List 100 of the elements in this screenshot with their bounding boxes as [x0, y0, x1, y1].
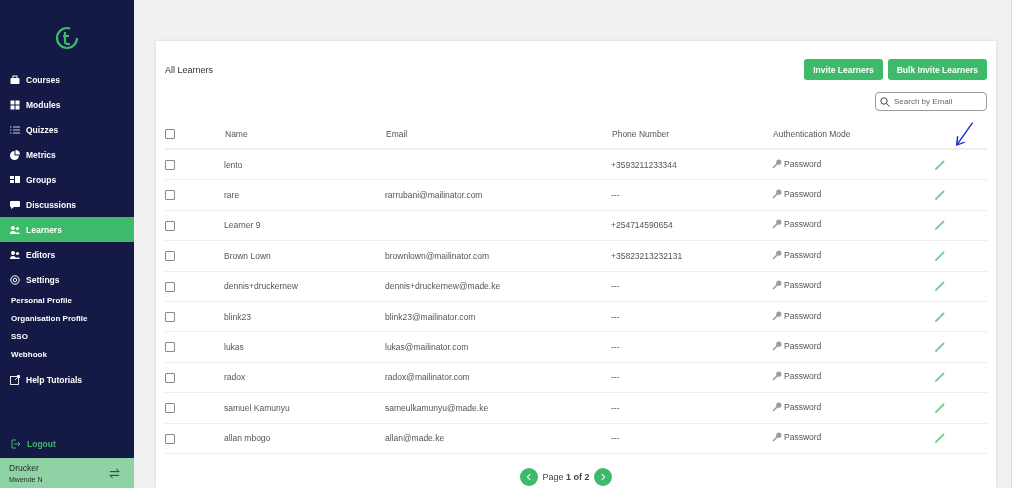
nav-subitem[interactable]: SSO — [0, 328, 134, 346]
blocks-icon — [10, 174, 20, 185]
edit-pencil-icon[interactable] — [935, 433, 945, 444]
key-icon — [772, 310, 782, 321]
auth-mode-cell: Password — [784, 249, 822, 260]
nav-item[interactable]: Metrics — [0, 142, 134, 167]
name-cell: lento — [224, 159, 243, 170]
column-header: Authentication Mode — [773, 129, 851, 139]
email-cell: dennis+druckernew@made.ke — [385, 281, 501, 292]
row-checkbox[interactable] — [165, 372, 175, 383]
row-checkbox[interactable] — [165, 403, 175, 414]
phone-cell: --- — [611, 311, 620, 322]
edit-pencil-icon[interactable] — [935, 281, 945, 292]
card-title: All Learners — [165, 64, 214, 75]
nav-item[interactable]: Discussions — [0, 192, 134, 217]
column-header: Email — [386, 129, 408, 139]
phone-cell: +254714590654 — [611, 220, 673, 231]
row-checkbox[interactable] — [165, 433, 175, 444]
phone-cell: --- — [611, 372, 620, 383]
email-cell: blink23@mailinator.com — [385, 311, 476, 322]
select-all-checkbox[interactable] — [165, 129, 175, 140]
row-checkbox[interactable] — [165, 251, 175, 262]
nav-item[interactable]: Modules — [0, 92, 134, 117]
email-cell: sameulkamunyu@made.ke — [385, 402, 489, 413]
external-link-icon — [10, 374, 20, 385]
row-checkbox[interactable] — [165, 281, 175, 292]
phone-cell: --- — [611, 281, 620, 292]
row-checkbox[interactable] — [165, 220, 175, 231]
auth-mode-cell: Password — [784, 371, 822, 382]
phone-cell: +3593211233344 — [611, 159, 677, 170]
phone-cell: +35823213232131 — [611, 250, 683, 261]
column-header: Phone Number — [612, 129, 670, 139]
nav-subitem[interactable]: Webhook — [0, 346, 134, 364]
key-icon — [772, 249, 782, 260]
name-cell: Brown Lown — [224, 250, 271, 261]
key-icon — [772, 280, 782, 291]
key-icon — [772, 219, 782, 230]
speech-bubble-icon — [10, 199, 20, 210]
auth-mode-cell: Password — [784, 280, 822, 291]
nav-subitem[interactable]: Personal Profile — [0, 292, 134, 310]
row-checkbox[interactable] — [165, 342, 175, 353]
search-field[interactable]: Search by Email — [875, 92, 987, 111]
name-cell: samuel Kamunyu — [224, 402, 290, 413]
name-cell: rare — [224, 190, 240, 201]
nav-item[interactable]: Editors — [0, 242, 134, 267]
email-cell: radox@mailinator.com — [385, 372, 470, 383]
logout-link[interactable]: Logout — [0, 434, 134, 454]
row-checkbox[interactable] — [165, 312, 175, 322]
list-icon — [10, 124, 20, 135]
edit-pencil-icon[interactable] — [935, 311, 945, 322]
auth-mode-cell: Password — [784, 189, 822, 200]
edit-pencil-icon[interactable] — [935, 190, 945, 201]
organisation-name: Drucker — [9, 463, 40, 473]
key-icon — [772, 432, 782, 443]
email-cell: lukas@mailinator.com — [385, 342, 469, 353]
annotation-arrow-icon — [953, 121, 975, 149]
name-cell: Learner 9 — [224, 220, 261, 231]
previous-page-button[interactable] — [520, 467, 539, 486]
edit-pencil-icon[interactable] — [935, 220, 945, 231]
phone-cell: --- — [611, 402, 620, 413]
key-icon — [772, 189, 782, 200]
key-icon — [772, 371, 782, 382]
nav-item[interactable]: Settings — [0, 267, 134, 292]
name-cell: dennis+druckernew — [224, 281, 298, 292]
row-checkbox[interactable] — [165, 160, 175, 171]
edit-pencil-icon[interactable] — [935, 159, 945, 170]
nav-item[interactable]: Help Tutorials — [0, 367, 134, 392]
page-indicator: Page 1 of 2 — [542, 471, 590, 482]
scrollbar[interactable] — [1011, 0, 1024, 488]
email-cell: allan@made.ke — [385, 433, 445, 444]
briefcase-icon — [10, 74, 20, 85]
nav-item[interactable]: Groups — [0, 167, 134, 192]
next-page-button[interactable] — [593, 467, 612, 486]
nav-item[interactable]: Courses — [0, 67, 134, 92]
email-cell: rarrubani@mailinator.com — [385, 190, 483, 201]
key-icon — [772, 341, 782, 352]
phone-cell: --- — [611, 190, 620, 201]
grid-icon — [10, 99, 20, 110]
column-header: Name — [225, 129, 248, 139]
name-cell: allan mbogo — [224, 433, 271, 444]
edit-pencil-icon[interactable] — [935, 402, 945, 413]
logo-icon — [55, 26, 79, 50]
pie-chart-icon — [10, 149, 20, 160]
chevron-right-icon — [598, 472, 607, 481]
phone-cell: --- — [611, 433, 620, 444]
auth-mode-cell: Password — [784, 219, 822, 230]
row-checkbox[interactable] — [165, 190, 175, 201]
auth-mode-cell: Password — [784, 341, 822, 352]
key-icon — [772, 401, 782, 412]
edit-pencil-icon[interactable] — [935, 250, 945, 261]
edit-pencil-icon[interactable] — [935, 372, 945, 383]
auth-mode-cell: Password — [784, 432, 822, 443]
name-cell: lukas — [224, 342, 244, 353]
edit-pencil-icon[interactable] — [935, 342, 945, 353]
people-icon — [10, 249, 20, 260]
phone-cell: --- — [611, 342, 620, 353]
nav-item[interactable]: Quizzes — [0, 117, 134, 142]
nav-subitem[interactable]: Organisation Profile — [0, 310, 134, 328]
name-cell: blink23 — [224, 311, 251, 322]
swap-icon[interactable] — [109, 467, 120, 479]
